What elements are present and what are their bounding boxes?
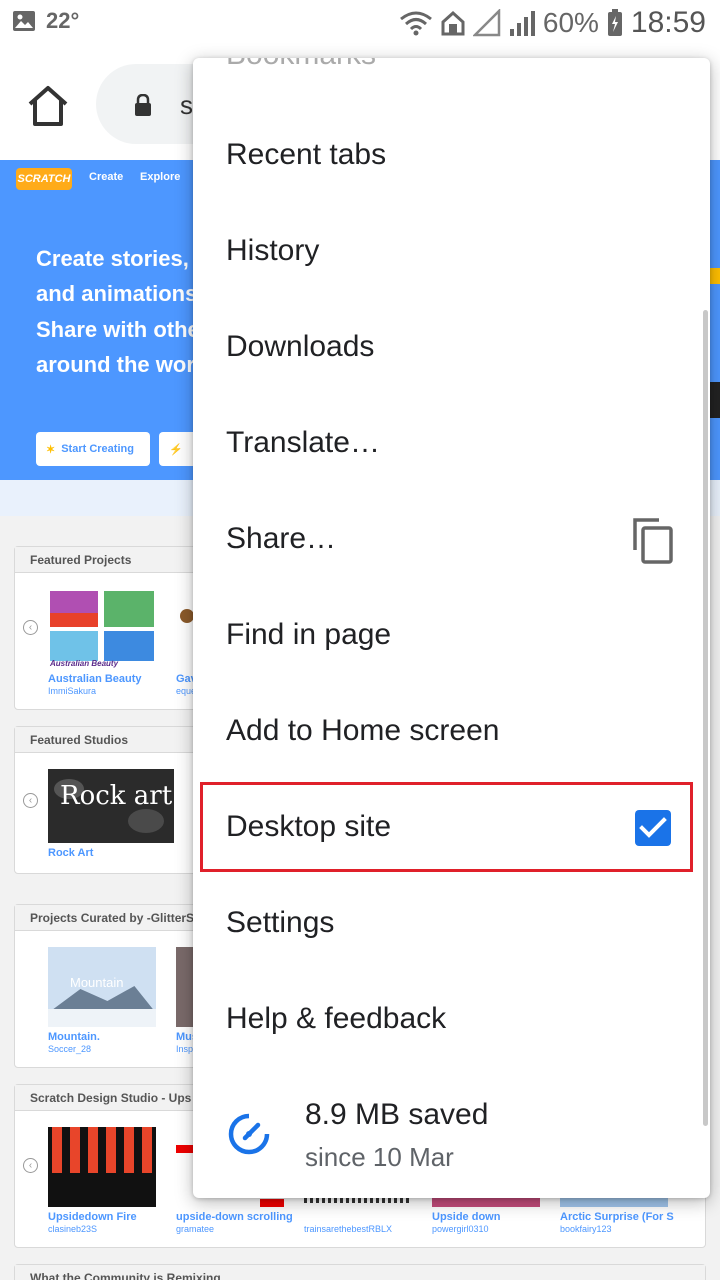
status-bar: 22° 60% 18:59: [0, 0, 720, 48]
data-saver-summary[interactable]: 8.9 MB saved since 10 Mar: [193, 1078, 710, 1188]
project-author[interactable]: gramatee: [176, 1224, 214, 1234]
browser-overflow-menu: Bookmarks Recent tabs History Downloads …: [193, 58, 710, 1198]
project-name[interactable]: Upside down: [432, 1211, 500, 1223]
project-name[interactable]: Arctic Surprise (For S: [560, 1211, 674, 1223]
menu-item-bookmarks[interactable]: Bookmarks: [226, 58, 376, 72]
nav-create-link[interactable]: Create: [89, 171, 123, 183]
highlight-box: [200, 782, 693, 872]
studio-name[interactable]: Rock Art: [48, 847, 93, 859]
sparkle-icon: ✶: [46, 443, 56, 456]
carousel-left-icon[interactable]: ‹: [23, 1158, 38, 1173]
project-author[interactable]: ImmiSakura: [48, 686, 96, 696]
project-author[interactable]: bookfairy123: [560, 1224, 612, 1234]
copy-icon[interactable]: [631, 516, 675, 564]
wifi-icon: [399, 11, 432, 36]
carousel-left-icon[interactable]: ‹: [23, 793, 38, 808]
section-title: Projects Curated by -GlitterS: [30, 911, 195, 925]
project-thumbnail: Mountain: [48, 947, 156, 1027]
menu-item-add-to-home-screen[interactable]: Add to Home screen: [193, 684, 710, 780]
nav-explore-link[interactable]: Explore: [140, 171, 180, 183]
hero-text-line: and animations: [36, 281, 198, 306]
project-author[interactable]: Soccer_28: [48, 1044, 91, 1054]
start-creating-button[interactable]: ✶ Start Creating: [36, 432, 150, 466]
menu-item-downloads[interactable]: Downloads: [193, 300, 710, 396]
menu-item-settings[interactable]: Settings: [193, 876, 710, 972]
section-title: Scratch Design Studio - Ups: [30, 1091, 192, 1105]
project-thumbnail: [48, 1127, 156, 1207]
project-tile[interactable]: Upsidedown Fire clasineb23S: [48, 1127, 160, 1237]
battery-percent-text: 60%: [542, 7, 599, 38]
menu-scrollbar[interactable]: [703, 310, 708, 1126]
battery-icon: [607, 9, 622, 36]
studio-tile[interactable]: Rock art Rock Art: [48, 769, 176, 869]
data-saver-gauge-icon: [228, 1113, 270, 1155]
project-tile[interactable]: Australian Beauty Australian Beauty Immi…: [48, 589, 158, 699]
community-remixing-section: What the Community is Remixing: [14, 1264, 706, 1280]
data-saved-since: since 10 Mar: [305, 1142, 454, 1172]
scratch-logo[interactable]: SCRATCH: [16, 168, 72, 190]
project-author[interactable]: clasineb23S: [48, 1224, 97, 1234]
menu-item-help-feedback[interactable]: Help & feedback: [193, 972, 710, 1068]
project-name[interactable]: Australian Beauty: [48, 673, 142, 685]
temperature-text: 22°: [46, 8, 80, 33]
clock-text: 18:59: [630, 6, 706, 39]
lightning-icon: ⚡: [169, 443, 183, 456]
project-author[interactable]: powergirl0310: [432, 1224, 489, 1234]
project-author[interactable]: Insp: [176, 1044, 193, 1054]
signal-sim2-icon: [509, 11, 535, 36]
gallery-icon: [13, 11, 35, 31]
project-name[interactable]: Mountain.: [48, 1031, 100, 1043]
hero-text-line: Create stories,: [36, 246, 189, 271]
project-tile[interactable]: Mountain Mountain. Soccer_28: [48, 947, 158, 1057]
data-saved-amount: 8.9 MB saved: [305, 1098, 489, 1131]
carousel-left-icon[interactable]: ‹: [23, 620, 38, 635]
menu-item-history[interactable]: History: [193, 204, 710, 300]
section-title: What the Community is Remixing: [30, 1271, 221, 1280]
menu-item-find-in-page[interactable]: Find in page: [193, 588, 710, 684]
home-icon[interactable]: [24, 82, 72, 130]
hero-text-line: Share with othe: [36, 317, 200, 342]
section-title: Featured Studios: [30, 733, 129, 747]
project-thumbnail: Australian Beauty: [48, 589, 156, 669]
menu-item-translate[interactable]: Translate…: [193, 396, 710, 492]
screen: 22° 60% 18:59 s SCRATCH Create Explore C…: [0, 0, 720, 1280]
studio-thumbnail: Rock art: [48, 769, 174, 843]
project-name[interactable]: Upsidedown Fire: [48, 1211, 137, 1223]
menu-item-share[interactable]: Share…: [193, 492, 710, 588]
menu-item-recent-tabs[interactable]: Recent tabs: [193, 108, 710, 204]
signal-sim1-icon: [472, 9, 501, 37]
url-text: s: [180, 90, 193, 120]
lock-icon: [135, 94, 151, 116]
home-network-icon: [441, 10, 465, 36]
hero-text-line: around the wor: [36, 352, 195, 377]
project-name[interactable]: upside-down scrolling: [176, 1211, 293, 1223]
section-title: Featured Projects: [30, 553, 132, 567]
project-author[interactable]: trainsarethebestRBLX: [304, 1224, 392, 1234]
